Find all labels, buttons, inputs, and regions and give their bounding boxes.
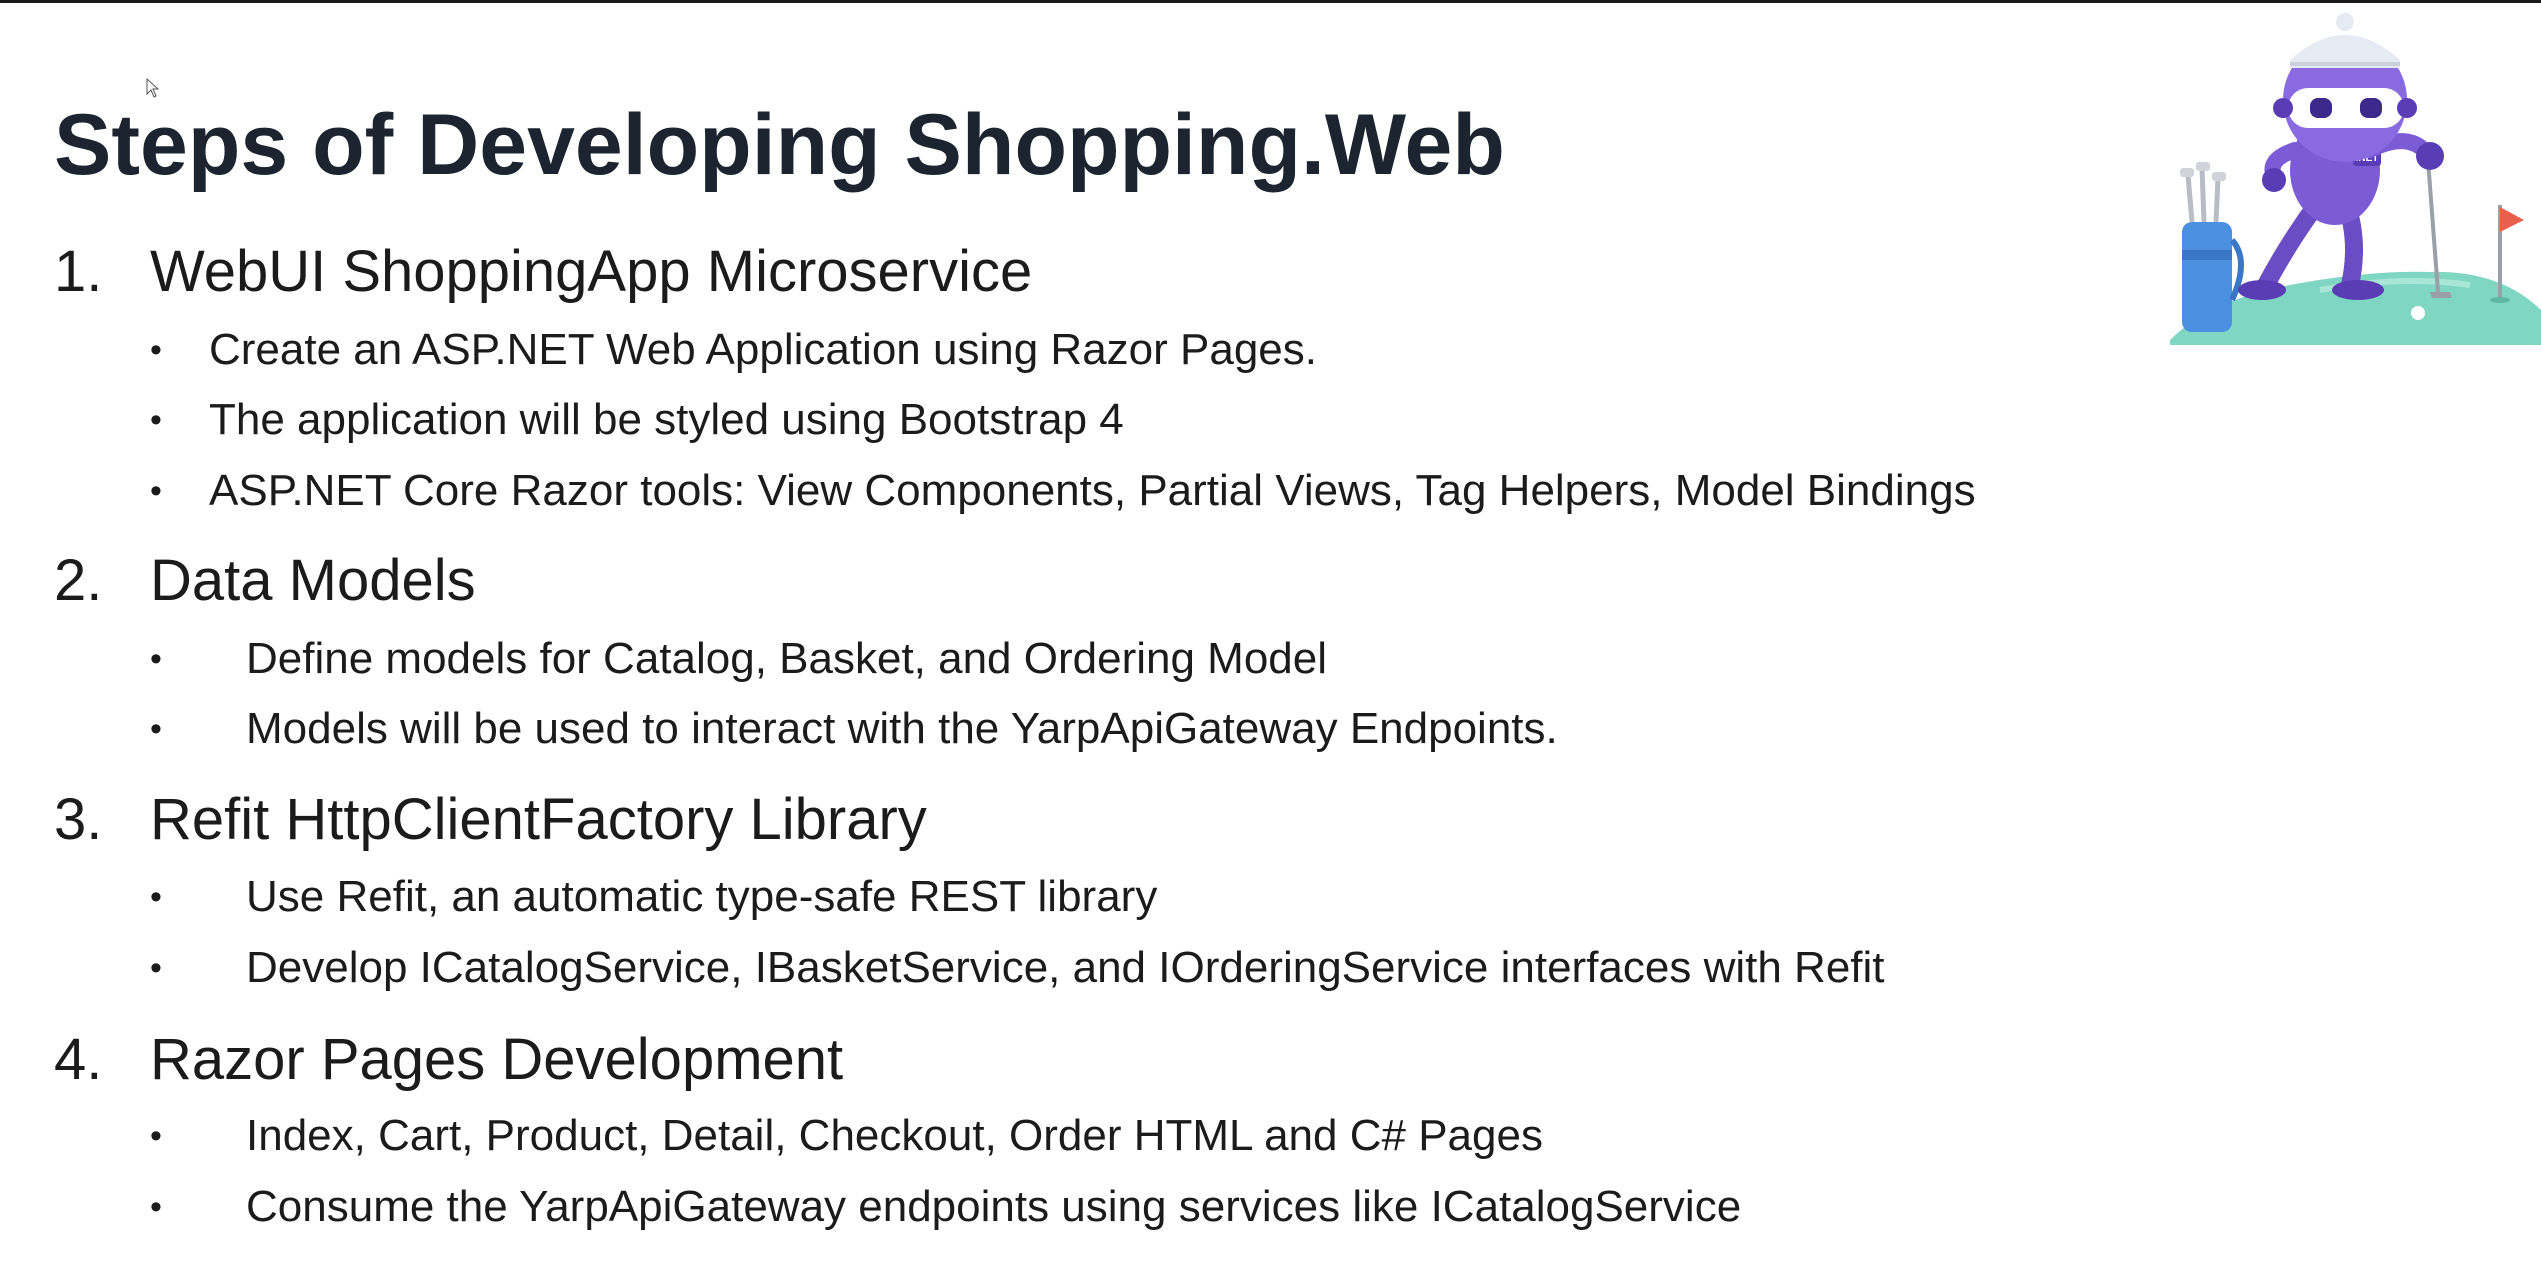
step-2-bullet-1: Define models for Catalog, Basket, and O… — [246, 634, 1328, 683]
slide: Steps of Developing Shopping.Web 1. WebUI… — [0, 0, 2541, 1279]
step-1-bullet-1: Create an ASP.NET Web Application using … — [209, 325, 1317, 374]
step-1-number: 1. — [54, 239, 103, 304]
bullet-dot: • — [150, 640, 162, 678]
step-4-bullet-1: Index, Cart, Product, Detail, Checkout, … — [246, 1111, 1543, 1160]
step-3-number: 3. — [54, 787, 103, 852]
slide-title: Steps of Developing Shopping.Web — [54, 97, 1505, 193]
bullet-dot: • — [150, 1188, 162, 1226]
step-3-heading: 3. Refit HttpClientFactory Library — [54, 785, 927, 855]
step-2-heading: 2. Data Models — [54, 546, 476, 616]
bullet-dot: • — [150, 401, 162, 439]
step-1-title: WebUI ShoppingApp Microservice — [150, 239, 1033, 304]
step-1-bullet-3: ASP.NET Core Razor tools: View Component… — [209, 466, 1976, 515]
step-2-bullet-2: Models will be used to interact with the… — [246, 704, 1558, 753]
step-3-bullet-2: Develop ICatalogService, IBasketService,… — [246, 943, 1885, 992]
bullet-dot: • — [150, 331, 162, 369]
step-3-bullet-1: Use Refit, an automatic type-safe REST l… — [246, 872, 1158, 921]
bullet-dot: • — [150, 878, 162, 916]
step-1-bullet-2: The application will be styled using Boo… — [209, 395, 1124, 444]
step-4-title: Razor Pages Development — [150, 1027, 844, 1092]
step-1-heading: 1. WebUI ShoppingApp Microservice — [54, 237, 1032, 307]
step-2-title: Data Models — [150, 548, 476, 613]
dotnet-bot-golf-icon: .NET — [2170, 13, 2541, 345]
bullet-dot: • — [150, 949, 162, 987]
step-4-heading: 4. Razor Pages Development — [54, 1025, 843, 1095]
step-4-number: 4. — [54, 1027, 103, 1092]
step-2-number: 2. — [54, 548, 103, 613]
step-3-title: Refit HttpClientFactory Library — [150, 787, 927, 852]
bullet-dot: • — [150, 1117, 162, 1155]
step-4-bullet-2: Consume the YarpApiGateway endpoints usi… — [246, 1182, 1742, 1231]
bullet-dot: • — [150, 710, 162, 748]
mouse-cursor-icon — [146, 78, 160, 98]
bullet-dot: • — [150, 472, 162, 510]
